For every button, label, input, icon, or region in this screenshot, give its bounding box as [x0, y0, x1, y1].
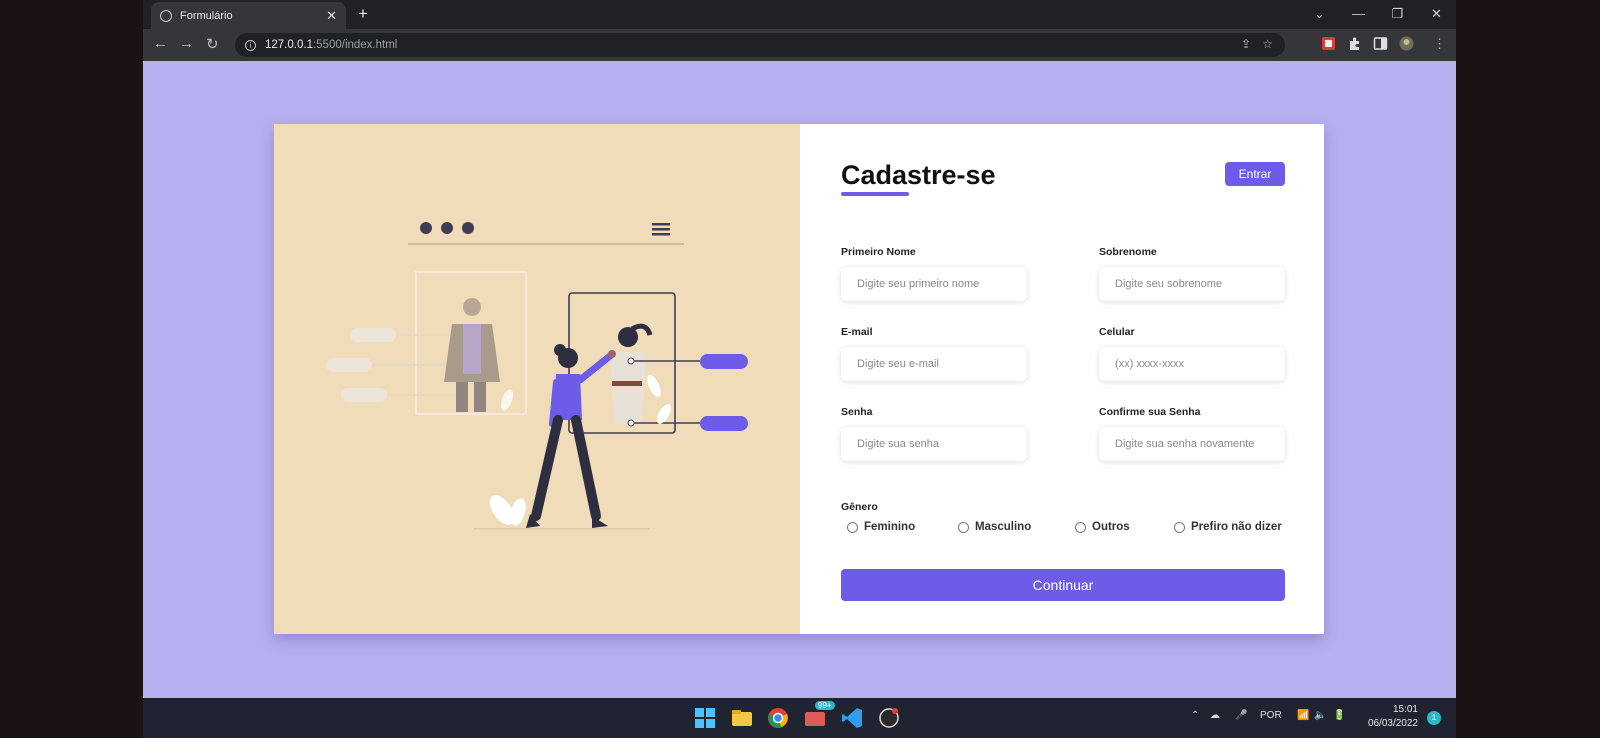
extension-red-icon[interactable] [1321, 36, 1336, 51]
gender-option-label: Masculino [975, 521, 1032, 533]
gender-option-feminino[interactable]: Feminino [847, 521, 915, 533]
close-window-button[interactable]: ✕ [1417, 0, 1456, 29]
gender-label: Gênero [841, 501, 878, 513]
gender-option-masculino[interactable]: Masculino [958, 521, 1031, 533]
email-group: E-mail [841, 326, 1027, 381]
language-indicator[interactable]: POR [1260, 710, 1282, 721]
phone-label: Celular [1099, 326, 1135, 338]
signup-form: Cadastre-se Entrar Primeiro Nome Sobreno… [800, 124, 1324, 634]
back-icon[interactable]: ← [153, 35, 168, 52]
toolbar: ← → ↻ i 127.0.0.1:5500/index.html ⇪ ☆ ⋮ [143, 29, 1456, 61]
email-label: E-mail [841, 326, 873, 338]
clock-date: 06/03/2022 [1367, 718, 1418, 729]
tab-formulario[interactable]: Formulário ✕ [151, 2, 346, 29]
extensions-puzzle-icon[interactable] [1347, 36, 1362, 51]
confirm-password-label: Confirme sua Senha [1099, 406, 1201, 418]
last-name-group: Sobrenome [1099, 246, 1285, 301]
radio-icon[interactable] [847, 521, 858, 533]
onedrive-icon[interactable]: ☁ [1210, 710, 1220, 721]
gender-option-prefiro-nao-dizer[interactable]: Prefiro não dizer [1174, 521, 1282, 533]
volume-icon[interactable]: 🔈 [1314, 710, 1326, 721]
email-input[interactable] [841, 347, 1027, 381]
url-path: :5500/index.html [312, 39, 398, 51]
wifi-icon[interactable]: 📶 [1297, 710, 1309, 721]
gender-option-label: Feminino [864, 521, 916, 533]
confirm-password-group: Confirme sua Senha [1099, 406, 1285, 461]
last-name-label: Sobrenome [1099, 246, 1157, 258]
window-controls: ⌄ — ❐ ✕ [1300, 0, 1456, 29]
people-illustration [326, 222, 748, 530]
password-label: Senha [841, 406, 873, 418]
signup-card: Cadastre-se Entrar Primeiro Nome Sobreno… [274, 124, 1324, 634]
title-underline [841, 192, 909, 196]
battery-icon[interactable]: 🔋 [1333, 710, 1345, 721]
first-name-input[interactable] [841, 267, 1027, 301]
password-group: Senha [841, 406, 1027, 461]
clock-time: 15:01 [1392, 704, 1418, 715]
share-icon[interactable]: ⇪ [1241, 37, 1251, 51]
vscode-icon[interactable] [841, 707, 863, 729]
page-title: Cadastre-se [841, 160, 996, 190]
mail-icon[interactable] [804, 707, 826, 729]
obs-icon[interactable] [878, 707, 900, 729]
mail-badge: 99+ [815, 701, 835, 710]
file-explorer-icon[interactable] [731, 707, 753, 729]
gender-option-label: Outros [1092, 521, 1130, 533]
password-input[interactable] [841, 427, 1027, 461]
microphone-icon[interactable]: 🎤 [1235, 710, 1247, 721]
login-button[interactable]: Entrar [1225, 162, 1285, 186]
tab-title: Formulário [180, 9, 233, 22]
radio-icon[interactable] [958, 521, 969, 533]
side-panel-icon[interactable] [1373, 36, 1388, 51]
minimize-button[interactable]: — [1339, 0, 1378, 29]
first-name-label: Primeiro Nome [841, 246, 916, 258]
last-name-input[interactable] [1099, 267, 1285, 301]
new-tab-button[interactable]: + [358, 4, 368, 24]
profile-avatar-icon[interactable] [1399, 36, 1414, 51]
url-text: 127.0.0.1:5500/index.html [265, 39, 397, 51]
tray-expand-icon[interactable]: ⌃ [1191, 710, 1199, 721]
reload-icon[interactable]: ↻ [206, 35, 219, 53]
clock[interactable]: 15:01 06/03/2022 [1368, 703, 1418, 731]
first-name-group: Primeiro Nome [841, 246, 1027, 301]
confirm-password-input[interactable] [1099, 427, 1285, 461]
radio-icon[interactable] [1174, 521, 1185, 533]
restore-button[interactable]: ❐ [1378, 0, 1417, 29]
url-host: 127.0.0.1 [265, 39, 313, 51]
tab-search-icon[interactable]: ⌄ [1300, 0, 1339, 29]
gender-option-outros[interactable]: Outros [1075, 521, 1130, 533]
menu-kebab-icon[interactable]: ⋮ [1433, 36, 1446, 52]
windows-start-icon[interactable] [694, 707, 716, 729]
radio-icon[interactable] [1075, 521, 1086, 533]
tab-strip: Formulário ✕ + ⌄ — ❐ ✕ [143, 0, 1456, 29]
chrome-icon[interactable] [767, 707, 789, 729]
gender-option-label: Prefiro não dizer [1191, 521, 1282, 533]
address-bar[interactable]: i 127.0.0.1:5500/index.html ⇪ ☆ [235, 33, 1285, 57]
taskbar: 99+ ⌃ ☁ 🎤 POR 📶 🔈 🔋 15:01 06/03/2022 1 [143, 698, 1456, 738]
illustration-panel [274, 124, 800, 634]
forward-icon[interactable]: → [179, 35, 194, 52]
phone-input[interactable] [1099, 347, 1285, 381]
phone-group: Celular [1099, 326, 1285, 381]
browser-window: Formulário ✕ + ⌄ — ❐ ✕ ← → ↻ i 127.0.0.1… [143, 0, 1456, 738]
continue-button[interactable]: Continuar [841, 569, 1285, 601]
tab-close-icon[interactable]: ✕ [326, 8, 337, 24]
bookmark-star-icon[interactable]: ☆ [1262, 37, 1273, 51]
site-info-icon[interactable]: i [245, 39, 256, 51]
notification-badge[interactable]: 1 [1427, 711, 1441, 725]
globe-icon [160, 9, 172, 22]
